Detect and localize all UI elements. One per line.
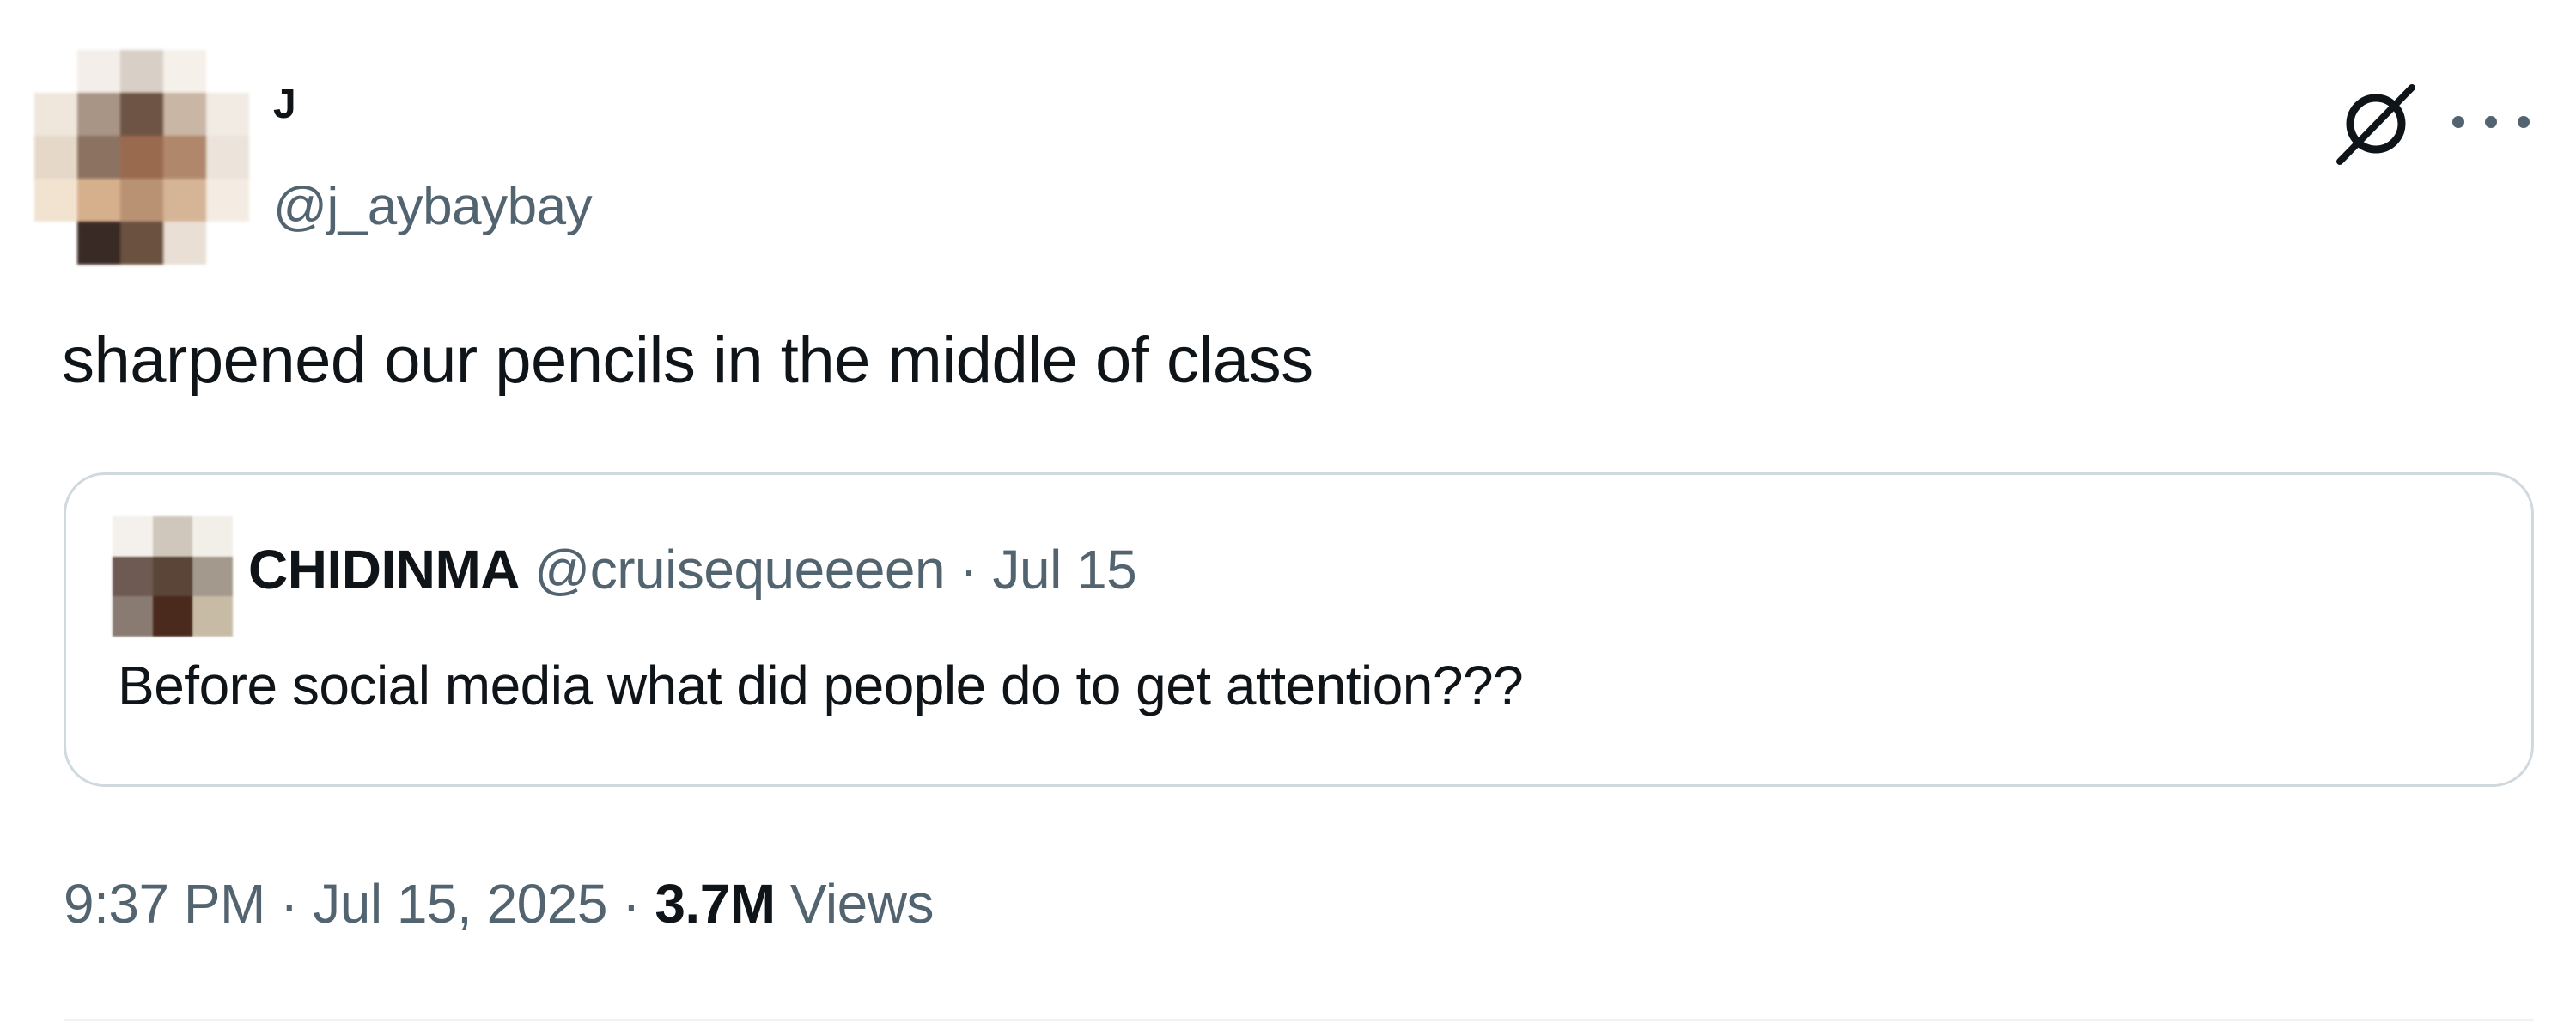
meta-separator: · <box>622 873 641 935</box>
quote-author-handle[interactable]: @cruisequeeeen <box>534 539 945 600</box>
author-handle[interactable]: @j_aybaybay <box>273 180 593 234</box>
quote-date[interactable]: Jul 15 <box>992 539 1136 600</box>
views-count[interactable]: 3.7M <box>655 873 776 935</box>
avatar[interactable] <box>34 50 249 265</box>
tweet-text: sharpened our pencils in the middle of c… <box>62 324 1313 397</box>
tweet-time[interactable]: 9:37 PM <box>64 873 265 935</box>
quote-header: CHIDINMA @cruisequeeeen · Jul 15 <box>248 539 1137 600</box>
views-label[interactable]: Views <box>790 873 935 935</box>
grok-icon[interactable] <box>2328 77 2422 172</box>
tweet-meta: 9:37 PM · Jul 15, 2025 · 3.7M Views <box>64 876 934 931</box>
quote-separator: · <box>959 539 978 600</box>
tweet-date[interactable]: Jul 15, 2025 <box>313 873 607 935</box>
quote-avatar[interactable] <box>113 516 233 637</box>
author-display-name[interactable]: J <box>273 84 296 125</box>
meta-separator: · <box>280 873 298 935</box>
quote-author-name[interactable]: CHIDINMA <box>248 539 520 600</box>
more-options-icon[interactable] <box>2452 105 2530 139</box>
quote-text: Before social media what did people do t… <box>118 655 1524 716</box>
divider <box>64 1019 2534 1021</box>
quoted-tweet-card[interactable]: CHIDINMA @cruisequeeeen · Jul 15 Before … <box>64 472 2534 787</box>
